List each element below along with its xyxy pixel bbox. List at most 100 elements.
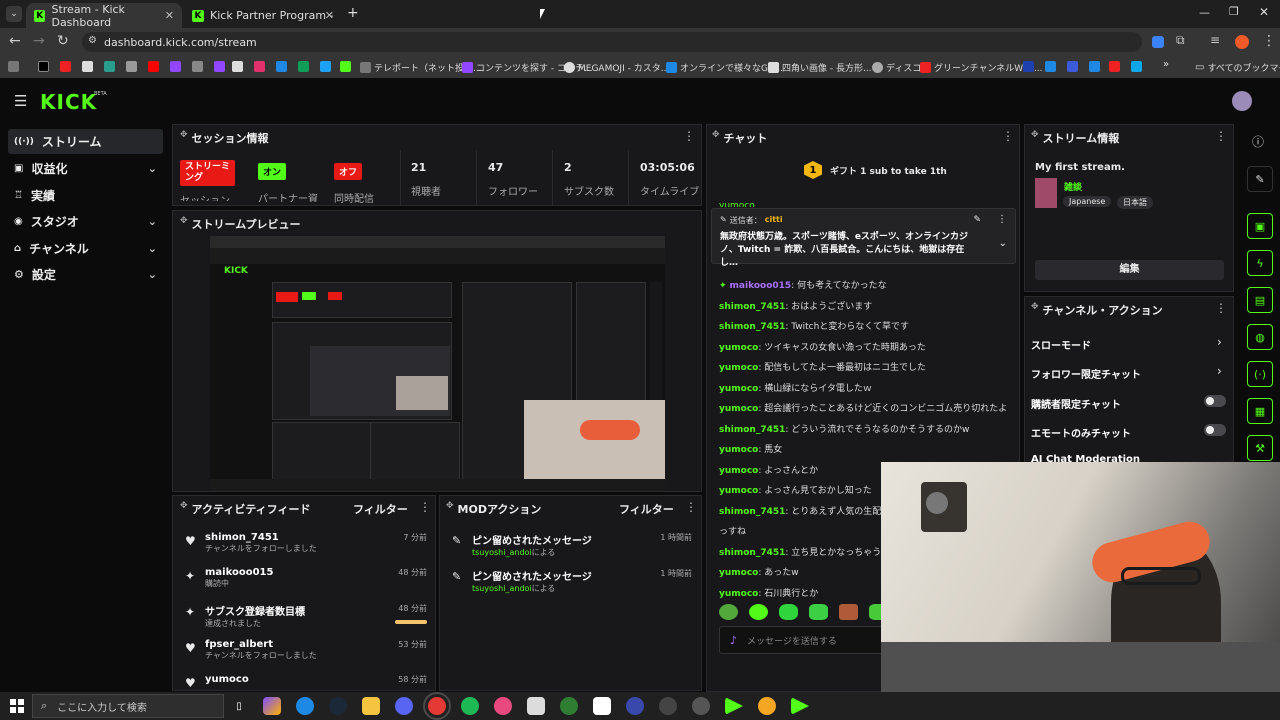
- chat-username[interactable]: shimon_7451: [719, 302, 785, 312]
- bookmark-disco[interactable]: ディスコ: [872, 60, 921, 74]
- chat-menu-icon[interactable]: ⋮: [1002, 129, 1014, 143]
- youtube-icon[interactable]: [148, 61, 159, 72]
- bookmark-icon[interactable]: [60, 61, 71, 72]
- session-menu-icon[interactable]: ⋮: [683, 129, 695, 143]
- bookmark-icon[interactable]: [1109, 61, 1120, 72]
- bookmark-icon[interactable]: [1023, 61, 1034, 72]
- unpin-icon[interactable]: ✎: [973, 215, 981, 225]
- bookmark-icon[interactable]: [276, 61, 287, 72]
- tile-icon[interactable]: [395, 697, 413, 715]
- edge-icon[interactable]: [296, 697, 314, 715]
- hamburger-menu-icon[interactable]: ☰: [14, 92, 27, 110]
- app-icon[interactable]: [626, 697, 644, 715]
- drag-handle-icon[interactable]: ✥: [712, 130, 720, 146]
- tab-stream-dashboard[interactable]: K Stream - Kick Dashboard ✕: [26, 3, 182, 29]
- bookmark-icon[interactable]: [1045, 61, 1056, 72]
- media-icon[interactable]: ≡: [1210, 33, 1220, 47]
- task-view-icon[interactable]: ▯: [230, 697, 248, 715]
- chat-username[interactable]: yumoco: [719, 589, 758, 599]
- sidebar-item-settings[interactable]: ⚙ 設定 ⌄: [8, 262, 163, 287]
- profile-avatar[interactable]: [1235, 35, 1249, 49]
- bookmark-square-image[interactable]: 四角い画像 - 長方形...: [768, 60, 872, 74]
- apps-icon[interactable]: [8, 61, 19, 72]
- chrome-icon[interactable]: [423, 692, 451, 720]
- clip-icon[interactable]: ▣: [1247, 213, 1273, 239]
- tools-icon[interactable]: ⚒: [1247, 435, 1273, 461]
- drag-handle-icon[interactable]: ✥: [180, 216, 188, 232]
- drag-handle-icon[interactable]: ✥: [180, 130, 188, 146]
- chevron-right-icon[interactable]: ›: [1217, 364, 1222, 378]
- back-icon[interactable]: ←: [9, 33, 21, 49]
- close-tab-icon[interactable]: ✕: [325, 9, 334, 22]
- category-link[interactable]: 雑談: [1064, 180, 1082, 193]
- pinned-menu-icon[interactable]: ⋮: [997, 214, 1007, 225]
- expand-icon[interactable]: ⌄: [999, 238, 1007, 249]
- windows-start-icon[interactable]: [10, 699, 24, 713]
- taskbar-search[interactable]: ⌕ ここに入力して検索: [32, 694, 224, 718]
- bookmark-icon[interactable]: [298, 61, 309, 72]
- pinned-message[interactable]: ✎ 送信者： citti 無政府状態万歳。スポーツ賭博、eスポーツ、オンラインカジノ…: [711, 208, 1016, 268]
- emote-icon[interactable]: [839, 604, 858, 620]
- spotify-icon[interactable]: [461, 697, 479, 715]
- drag-handle-icon[interactable]: ✥: [180, 501, 188, 517]
- chevron-right-icon[interactable]: ›: [1217, 335, 1222, 349]
- minimize-icon[interactable]: —: [1199, 6, 1210, 19]
- emote-icon[interactable]: [749, 604, 768, 620]
- app-icon[interactable]: [494, 697, 512, 715]
- drag-handle-icon[interactable]: ✥: [446, 501, 454, 517]
- close-window-icon[interactable]: ✕: [1259, 5, 1269, 19]
- chat-username[interactable]: yumoco: [719, 343, 758, 353]
- x-bookmark-icon[interactable]: [38, 61, 49, 72]
- slow-mode-row[interactable]: スローモード: [1031, 337, 1091, 352]
- new-tab-icon[interactable]: +: [347, 5, 359, 21]
- subscriber-only-toggle[interactable]: [1204, 395, 1226, 407]
- bookmark-icon[interactable]: [82, 61, 93, 72]
- chat-username[interactable]: shimon_7451: [719, 548, 785, 558]
- edit-button[interactable]: 編集: [1035, 260, 1224, 280]
- all-bookmarks[interactable]: ▭すべてのブックマーク: [1195, 60, 1280, 74]
- chat-username[interactable]: yumoco: [719, 404, 758, 414]
- forward-icon[interactable]: →: [33, 33, 45, 49]
- twitch-icon[interactable]: [170, 61, 181, 72]
- bookmark-icon[interactable]: [1067, 61, 1078, 72]
- file-explorer-icon[interactable]: [362, 697, 380, 715]
- chat-username[interactable]: yumoco: [719, 486, 758, 496]
- mod-filter-button[interactable]: フィルター: [619, 501, 674, 517]
- chat-username[interactable]: shimon_7451: [719, 322, 785, 332]
- info-icon[interactable]: ⓘ: [1252, 133, 1264, 150]
- bookmark-icon[interactable]: [320, 61, 331, 72]
- extensions-puzzle-icon[interactable]: ⧉: [1176, 33, 1185, 48]
- app-icon[interactable]: [692, 697, 710, 715]
- kick-logo[interactable]: KICK: [40, 90, 97, 114]
- restore-icon[interactable]: ❐: [1229, 5, 1239, 18]
- edit-stream-icon[interactable]: ✎: [1247, 166, 1273, 192]
- emote-only-toggle[interactable]: [1204, 424, 1226, 436]
- browser-menu-icon[interactable]: ⋮: [1262, 33, 1276, 49]
- chat-username[interactable]: shimon_7451: [719, 507, 785, 517]
- chat-username[interactable]: yumoco: [719, 568, 758, 578]
- chat-username[interactable]: yumoco: [719, 445, 758, 455]
- bookmark-icon[interactable]: [1131, 61, 1142, 72]
- site-info-icon[interactable]: ⚙: [88, 35, 97, 46]
- chat-username[interactable]: maikooo015: [730, 281, 792, 291]
- bookmark-gif[interactable]: オンラインで様々なGIF...: [666, 60, 783, 74]
- chat-bubble-icon[interactable]: ◍: [1247, 324, 1273, 350]
- sidebar-item-achievements[interactable]: ♖ 実績: [8, 183, 163, 208]
- bookmark-icon[interactable]: [192, 61, 203, 72]
- emote-icon[interactable]: [809, 604, 828, 620]
- stream-preview-video[interactable]: KICK: [210, 236, 665, 491]
- address-bar[interactable]: ⚙ dashboard.kick.com/stream: [82, 32, 1142, 52]
- drag-handle-icon[interactable]: ✥: [1031, 130, 1039, 146]
- stream-info-menu-icon[interactable]: ⋮: [1215, 129, 1227, 143]
- user-avatar[interactable]: [1232, 91, 1252, 111]
- sidebar-item-stream[interactable]: ((·)) ストリーム: [8, 129, 163, 154]
- drag-handle-icon[interactable]: ✥: [1031, 302, 1039, 318]
- instagram-icon[interactable]: [254, 61, 265, 72]
- chat-username[interactable]: shimon_7451: [719, 425, 785, 435]
- chat-username[interactable]: yumoco: [719, 466, 758, 476]
- app-icon[interactable]: [593, 697, 611, 715]
- copilot-icon[interactable]: [263, 697, 281, 715]
- app-icon[interactable]: [758, 697, 776, 715]
- tab-partner-program[interactable]: K Kick Partner Program - Kick Da ✕: [184, 3, 342, 28]
- obs-icon[interactable]: [659, 697, 677, 715]
